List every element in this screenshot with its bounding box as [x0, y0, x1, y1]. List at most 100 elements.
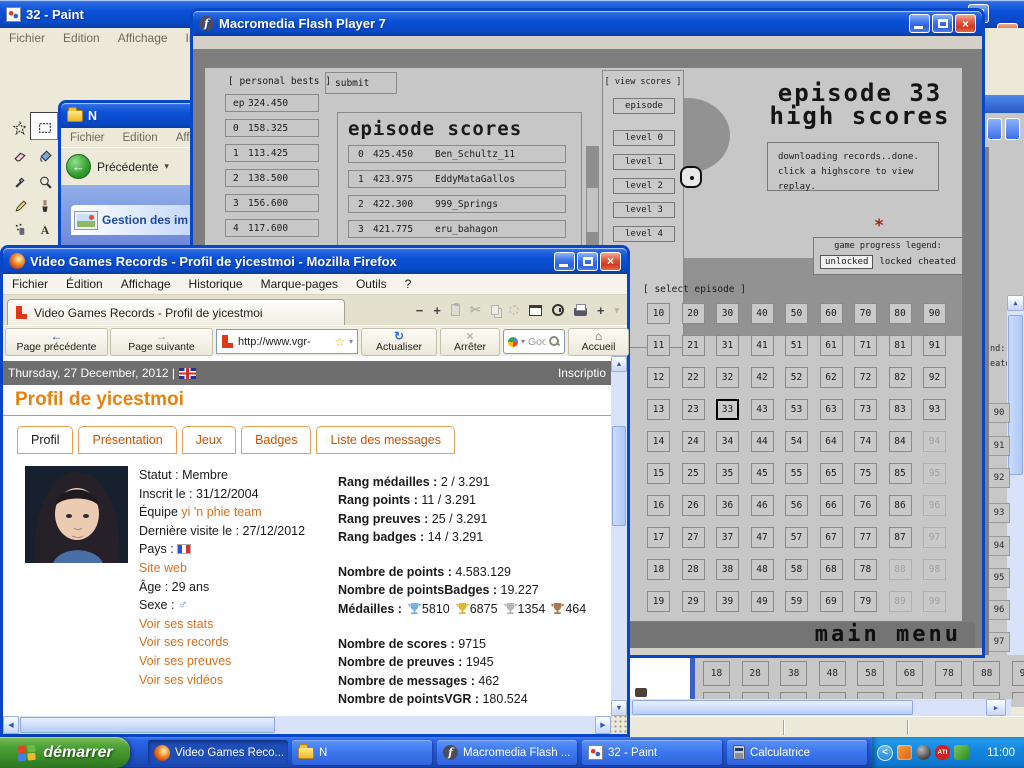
episode-cell-96[interactable]: 96 — [923, 495, 946, 516]
color-picker-tool-icon[interactable] — [8, 170, 32, 194]
episode-cell-38[interactable]: 38 — [716, 559, 739, 580]
history-clock-icon[interactable] — [552, 304, 564, 316]
brush-tool-icon[interactable] — [33, 194, 57, 218]
flash-titlebar[interactable]: f Macromedia Flash Player 7 × — [193, 11, 982, 36]
episode-cell-29[interactable]: 29 — [682, 591, 705, 612]
episode-cell-14[interactable]: 14 — [647, 431, 670, 452]
taskbar-button-32-paint[interactable]: 32 - Paint — [582, 740, 722, 765]
episode-cell-77[interactable]: 77 — [854, 527, 877, 548]
tray-flash-icon[interactable] — [897, 745, 912, 760]
legend-item-unlocked[interactable]: unlocked — [820, 255, 873, 269]
episode-cell-89[interactable]: 89 — [889, 591, 912, 612]
episode-cell-56[interactable]: 56 — [785, 495, 808, 516]
print-icon[interactable] — [574, 308, 587, 316]
episode-cell-83[interactable]: 83 — [889, 399, 912, 420]
free-select-tool-icon[interactable] — [8, 116, 32, 140]
home-button[interactable]: ⌂ Accueil — [568, 328, 629, 356]
bg-side-cell-96[interactable]: 96 — [989, 600, 1010, 620]
episode-cell-33[interactable]: 33 — [716, 399, 739, 420]
episode-cell-25[interactable]: 25 — [682, 463, 705, 484]
highscore-row-3[interactable]: 3421.775eru_bahagon — [348, 220, 566, 238]
episode-cell-72[interactable]: 72 — [854, 367, 877, 388]
episode-cell-32[interactable]: 32 — [716, 367, 739, 388]
bg-episode-cell-68[interactable]: 68 — [896, 661, 923, 686]
view-button-level-0[interactable]: level 0 — [613, 130, 675, 146]
episode-cell-34[interactable]: 34 — [716, 431, 739, 452]
episode-cell-49[interactable]: 49 — [751, 591, 774, 612]
scroll-right-icon[interactable]: ▶ — [986, 699, 1006, 716]
episode-cell-17[interactable]: 17 — [647, 527, 670, 548]
zoom-out-icon[interactable]: − — [416, 303, 424, 318]
paste-icon[interactable] — [451, 304, 460, 316]
episode-cell-74[interactable]: 74 — [854, 431, 877, 452]
scrollbar-thumb[interactable] — [632, 700, 913, 715]
episode-cell-90[interactable]: 90 — [923, 303, 946, 324]
submit-tab[interactable]: submit — [325, 72, 397, 94]
episode-cell-75[interactable]: 75 — [854, 463, 877, 484]
episode-cell-43[interactable]: 43 — [751, 399, 774, 420]
pencil-tool-icon[interactable] — [8, 194, 32, 218]
episode-cell-73[interactable]: 73 — [854, 399, 877, 420]
episode-cell-44[interactable]: 44 — [751, 431, 774, 452]
taskbar-button-n[interactable]: N — [292, 740, 432, 765]
url-input[interactable]: http://www.vgr- ☆ ▾ — [216, 329, 358, 354]
firefox-menu-3[interactable]: Historique — [180, 275, 252, 293]
episode-cell-36[interactable]: 36 — [716, 495, 739, 516]
browser-tab[interactable]: Video Games Records - Profil de yicestmo… — [7, 299, 345, 325]
episode-cell-92[interactable]: 92 — [923, 367, 946, 388]
episode-cell-58[interactable]: 58 — [785, 559, 808, 580]
episode-cell-23[interactable]: 23 — [682, 399, 705, 420]
page-vertical-scrollbar[interactable]: ▲ ▼ — [611, 356, 627, 716]
episode-cell-85[interactable]: 85 — [889, 463, 912, 484]
episode-cell-41[interactable]: 41 — [751, 335, 774, 356]
episode-cell-69[interactable]: 69 — [820, 591, 843, 612]
episode-cell-60[interactable]: 60 — [820, 303, 843, 324]
view-button-level-1[interactable]: level 1 — [613, 154, 675, 170]
episode-cell-76[interactable]: 76 — [854, 495, 877, 516]
flash-close-button[interactable]: × — [955, 14, 976, 33]
episode-cell-71[interactable]: 71 — [854, 335, 877, 356]
tray-utility-icon[interactable] — [954, 745, 969, 760]
profile-link[interactable]: Voir ses records — [139, 635, 229, 649]
bg-side-cell-94[interactable]: 94 — [989, 536, 1010, 556]
episode-cell-63[interactable]: 63 — [820, 399, 843, 420]
episode-cell-48[interactable]: 48 — [751, 559, 774, 580]
view-button-level-2[interactable]: level 2 — [613, 178, 675, 194]
firefox-titlebar[interactable]: Video Games Records - Profil de yicestmo… — [3, 248, 627, 274]
scrollbar-thumb[interactable] — [587, 188, 598, 232]
episode-cell-28[interactable]: 28 — [682, 559, 705, 580]
chevron-down-icon[interactable]: ▾ — [349, 337, 353, 346]
airbrush-tool-icon[interactable] — [8, 217, 32, 241]
episode-cell-27[interactable]: 27 — [682, 527, 705, 548]
start-button[interactable]: démarrer — [0, 737, 130, 768]
episode-cell-80[interactable]: 80 — [889, 303, 912, 324]
episode-cell-47[interactable]: 47 — [751, 527, 774, 548]
profile-link[interactable]: Voir ses vidéos — [139, 673, 223, 687]
scroll-right-icon[interactable]: ▶ — [595, 716, 611, 734]
taskbar-button-video-games-reco-[interactable]: Video Games Reco... — [148, 740, 288, 765]
episode-cell-53[interactable]: 53 — [785, 399, 808, 420]
fill-tool-icon[interactable] — [33, 144, 57, 168]
uk-flag-icon[interactable] — [179, 368, 196, 379]
episode-cell-50[interactable]: 50 — [785, 303, 808, 324]
episode-cell-64[interactable]: 64 — [820, 431, 843, 452]
firefox-menu-4[interactable]: Marque-pages — [252, 275, 347, 293]
episode-cell-59[interactable]: 59 — [785, 591, 808, 612]
episode-cell-16[interactable]: 16 — [647, 495, 670, 516]
episode-cell-39[interactable]: 39 — [716, 591, 739, 612]
episode-cell-52[interactable]: 52 — [785, 367, 808, 388]
episode-cell-20[interactable]: 20 — [682, 303, 705, 324]
episode-cell-82[interactable]: 82 — [889, 367, 912, 388]
chevron-down-icon[interactable]: ▾ — [614, 305, 619, 316]
background-horizontal-scrollbar[interactable]: ▶ — [630, 699, 1011, 716]
taskbar-button-macromedia-flash-[interactable]: fMacromedia Flash ... — [437, 740, 577, 765]
highscore-row-1[interactable]: 1423.975EddyMataGallos — [348, 170, 566, 188]
taskbar-button-calculatrice[interactable]: Calculatrice — [727, 740, 867, 765]
refresh-button[interactable]: ↻ Actualiser — [361, 328, 437, 356]
firefox-maximize-button[interactable] — [577, 252, 598, 271]
bg-episode-cell-58[interactable]: 58 — [857, 661, 884, 686]
chevron-down-icon[interactable]: ▾ — [164, 161, 169, 172]
episode-cell-78[interactable]: 78 — [854, 559, 877, 580]
episode-cell-61[interactable]: 61 — [820, 335, 843, 356]
text-tool-icon[interactable]: A — [33, 217, 57, 241]
